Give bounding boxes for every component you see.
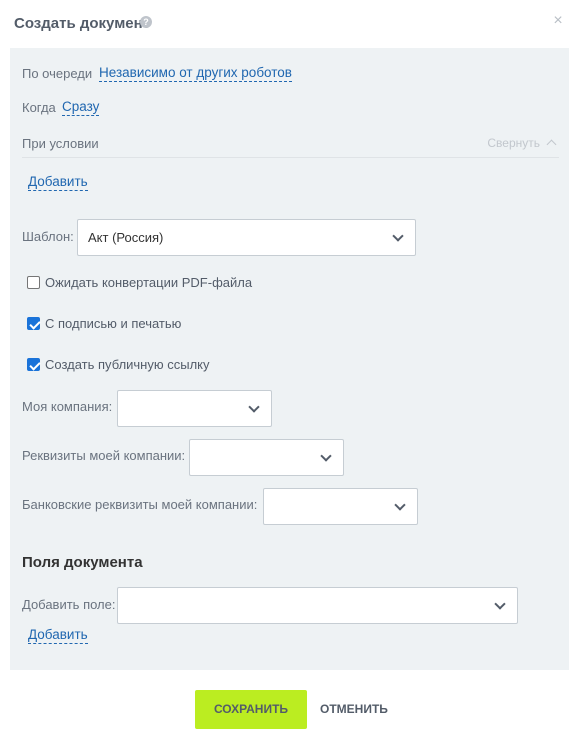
queue-label: По очереди <box>22 66 93 81</box>
when-link[interactable]: Сразу <box>62 99 100 116</box>
add-field-label: Добавить поле: <box>22 597 116 612</box>
add-field-select[interactable] <box>117 587 518 624</box>
chevron-down-icon <box>392 230 404 242</box>
condition-label: При условии <box>22 136 99 151</box>
save-button[interactable]: СОХРАНИТЬ <box>195 690 307 729</box>
chevron-down-icon <box>394 499 406 511</box>
my-company-label: Моя компания: <box>22 399 113 414</box>
dialog-footer: СОХРАНИТЬ ОТМЕНИТЬ <box>0 670 571 745</box>
requisites-select[interactable] <box>189 439 344 476</box>
my-company-select[interactable] <box>117 390 272 427</box>
document-fields-title: Поля документа <box>22 554 143 571</box>
add-field-link[interactable]: Добавить <box>28 627 88 644</box>
cancel-button[interactable]: ОТМЕНИТЬ <box>320 690 388 729</box>
collapse-toggle[interactable]: Свернуть <box>487 136 557 150</box>
add-condition-link[interactable]: Добавить <box>28 174 88 191</box>
chevron-down-icon <box>494 598 506 610</box>
template-value: Акт (Россия) <box>88 230 164 245</box>
chevron-up-icon <box>546 139 557 150</box>
chevron-down-icon <box>320 450 332 462</box>
create-document-dialog: Создать документ ? × По очереди Независи… <box>0 0 571 745</box>
requisites-label: Реквизиты моей компании: <box>22 448 186 463</box>
bank-requisites-select[interactable] <box>263 488 418 525</box>
collapse-label: Свернуть <box>487 136 540 150</box>
checkbox-public-link-box[interactable] <box>27 358 40 371</box>
close-icon[interactable]: × <box>551 13 565 29</box>
template-label: Шаблон: <box>22 229 74 244</box>
when-label: Когда <box>22 100 56 115</box>
condition-row: При условии Свернуть <box>22 134 559 158</box>
dialog-title: Создать документ <box>14 15 151 32</box>
checkbox-wait-pdf-box[interactable] <box>27 276 40 289</box>
checkbox-public-link-label: Создать публичную ссылку <box>45 357 210 372</box>
checkbox-wait-pdf-label: Ожидать конвертации PDF-файла <box>45 275 253 290</box>
checkbox-sign-stamp-box[interactable] <box>27 317 40 330</box>
dialog-body: По очереди Независимо от других роботов … <box>10 48 569 670</box>
template-select[interactable]: Акт (Россия) <box>77 219 416 256</box>
bank-requisites-label: Банковские реквизиты моей компании: <box>22 497 258 512</box>
chevron-down-icon <box>248 401 260 413</box>
checkbox-sign-stamp-label: С подписью и печатью <box>45 316 182 331</box>
dialog-header: Создать документ ? × <box>0 0 571 48</box>
help-icon[interactable]: ? <box>140 16 152 28</box>
queue-mode-link[interactable]: Независимо от других роботов <box>99 65 292 82</box>
